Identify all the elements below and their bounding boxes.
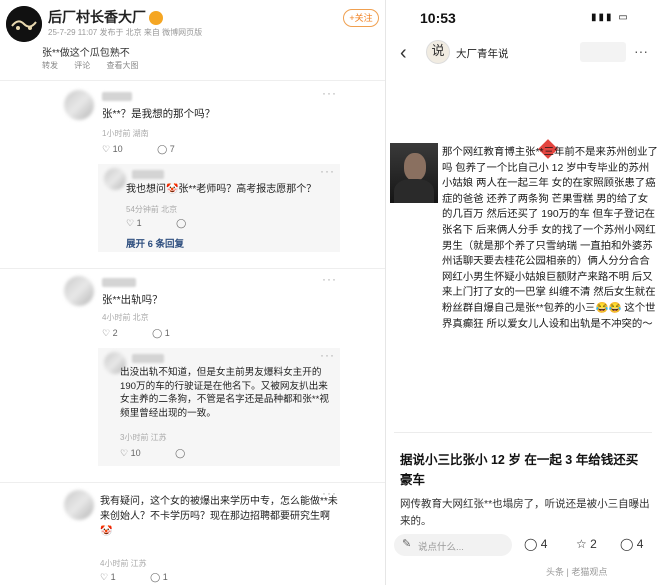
replier-name[interactable]: [132, 170, 164, 179]
post-toolbar: 转发 评论 查看大图: [42, 60, 152, 71]
comment-text: 我有疑问，这个女的被爆出来学历中专，怎么能做**未来创始人？不卡学历吗？现在那边…: [100, 496, 338, 537]
avatar[interactable]: [64, 490, 94, 520]
comment-placeholder: 说点什么...: [418, 542, 464, 553]
weibo-panel: 后厂村长香大厂 25-7-29 11:07 发布于 北京 来自 微博网页版 +关…: [0, 0, 385, 585]
comment-meta: 1小时前 湖南: [102, 129, 149, 138]
repost-button[interactable]: 转发: [42, 61, 58, 70]
divider: [0, 80, 385, 81]
divider: [0, 268, 385, 269]
more-icon[interactable]: ···: [634, 43, 648, 59]
more-icon[interactable]: ···: [322, 86, 337, 100]
post-meta: 25-7-29 11:07 发布于 北京 来自 微博网页版: [48, 28, 203, 37]
account-name[interactable]: 后厂村长香大厂: [48, 7, 163, 27]
like-button[interactable]: ♡ 1: [100, 572, 132, 582]
expand-replies-link[interactable]: 展开 6 条回复: [126, 236, 184, 250]
like-button[interactable]: ♡ 2: [102, 328, 134, 338]
reply-text: 出没出轨不知道，但是女主前男友爆料女主开的190万的车的行驶证是在他名下。又被网…: [120, 367, 329, 419]
story-text: 那个网红教育博主张**三年前不是来苏州创业了吗 包养了一个比自己小 12 岁中专…: [442, 147, 658, 330]
comment-actions: ♡ 1 ◯ 1: [100, 572, 200, 583]
comment-button[interactable]: 评论: [74, 61, 90, 70]
reply-text: 我也想问🤡张**老师吗？高考报志愿那个？: [126, 184, 317, 195]
like-button[interactable]: ♡ 10: [120, 448, 157, 458]
reply-meta: 3小时前 江苏: [120, 433, 167, 442]
view-image-button[interactable]: 查看大图: [106, 61, 138, 70]
reply-button[interactable]: ◯ 1: [152, 328, 186, 338]
follow-button[interactable]: [580, 42, 626, 62]
avatar[interactable]: [104, 168, 126, 190]
reply-button[interactable]: ◯: [176, 218, 186, 228]
reply-actions: ♡ 10 ◯: [120, 448, 201, 459]
post-headline: 据说小三比张小 12 岁 在一起 3 年给钱还买豪车: [400, 453, 639, 487]
comment-actions: ♡ 2 ◯ 1: [102, 328, 202, 339]
reply-box: ··· 我也想问🤡张**老师吗？高考报志愿那个？ 54分钟前 北京 ♡ 1 ◯ …: [98, 164, 340, 252]
pencil-icon: ✎: [402, 538, 412, 550]
comment-meta: 4小时前 北京: [102, 313, 149, 322]
reply-box: ··· 出没出轨不知道，但是女主前男友爆料女主开的190万的车的行驶证是在他名下…: [98, 348, 340, 466]
profile-photo: [390, 143, 438, 203]
like-button[interactable]: ♡ 1: [126, 218, 158, 228]
more-icon[interactable]: ···: [322, 272, 337, 286]
account-avatar[interactable]: [6, 6, 42, 42]
reply-button[interactable]: ◯: [175, 448, 185, 458]
comment-input[interactable]: ✎ 说点什么...: [394, 534, 512, 556]
like-button[interactable]: ♡ 10: [102, 144, 139, 154]
account-name[interactable]: 大厂青年说: [456, 46, 509, 61]
comment-actions: ♡ 10 ◯ 7: [102, 144, 207, 155]
avatar[interactable]: [64, 90, 94, 120]
favorite-button[interactable]: ☆ 2: [576, 537, 597, 551]
battery-icon: ▭: [618, 12, 630, 23]
watermark-footer: 头条 | 老猫观点: [546, 567, 608, 577]
signal-icon: ▮▮▮: [591, 12, 614, 23]
comment-count-button[interactable]: ◯ 4: [524, 537, 547, 551]
reply-button[interactable]: ◯ 7: [157, 144, 191, 154]
status-icons: ▮▮▮ ▭: [591, 12, 630, 23]
avatar[interactable]: [64, 276, 94, 306]
reply-button[interactable]: ◯ 1: [150, 572, 184, 582]
divider: [0, 482, 385, 483]
verified-badge-icon: [149, 11, 163, 26]
post-subtext: 网传教育大网红张**也塌房了，听说还是被小三自曝出来的。: [400, 498, 650, 527]
share-count-button[interactable]: ◯ 4: [620, 537, 643, 551]
comment-text: 张**？是我想的那个吗？: [102, 108, 216, 120]
follow-button[interactable]: +关注: [343, 9, 379, 27]
more-icon[interactable]: ···: [320, 164, 335, 178]
account-avatar[interactable]: 说: [426, 40, 450, 64]
post-header: 后厂村长香大厂 25-7-29 11:07 发布于 北京 来自 微博网页版 +关…: [0, 0, 385, 78]
phone-panel: 10:53 ▮▮▮ ▭ ‹ 说 大厂青年说 ··· 那个网红教育博主张**三年前…: [385, 0, 660, 585]
comment-meta: 4小时前 江苏: [100, 559, 147, 568]
commenter-name[interactable]: [102, 278, 136, 287]
replier-name[interactable]: [132, 354, 164, 363]
divider: [394, 432, 652, 433]
post-text: 张**做这个瓜包熟不: [42, 48, 130, 59]
comment-text: 张**出轨吗？: [102, 294, 163, 306]
back-icon[interactable]: ‹: [400, 42, 407, 65]
status-time: 10:53: [420, 10, 456, 26]
reply-meta: 54分钟前 北京: [126, 205, 178, 214]
commenter-name[interactable]: [102, 92, 132, 101]
more-icon[interactable]: ···: [320, 348, 335, 362]
reply-actions: ♡ 1 ◯: [126, 218, 202, 229]
